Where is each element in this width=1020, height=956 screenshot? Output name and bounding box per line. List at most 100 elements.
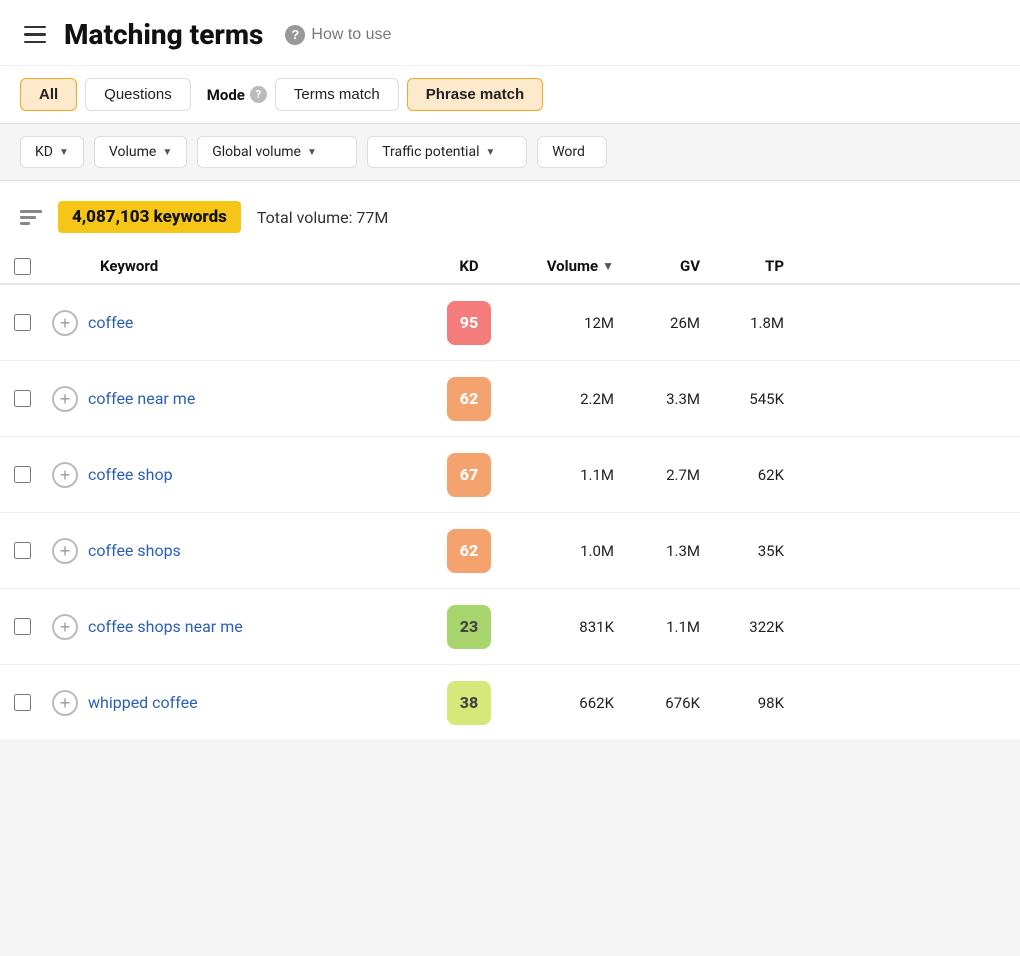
row-volume: 831K	[514, 618, 624, 636]
row-checkbox[interactable]	[14, 314, 31, 331]
word-filter-label: Word	[552, 144, 585, 160]
th-gv: GV	[624, 257, 714, 275]
kd-badge: 67	[447, 453, 491, 497]
add-keyword-button[interactable]: +	[52, 310, 78, 336]
row-volume: 662K	[514, 694, 624, 712]
row-gv: 676K	[624, 694, 714, 712]
help-icon: ?	[285, 25, 305, 45]
row-keyword-cell: + coffee near me	[44, 386, 424, 412]
help-button[interactable]: ? How to use	[277, 21, 399, 49]
kd-filter[interactable]: KD ▼	[20, 136, 84, 168]
th-tp: TP	[714, 257, 804, 275]
row-checkbox[interactable]	[14, 466, 31, 483]
filter-row: All Questions Mode ? Terms match Phrase …	[0, 65, 1020, 123]
traffic-potential-filter-label: Traffic potential	[382, 144, 479, 160]
tab-all[interactable]: All	[20, 78, 77, 111]
row-checkbox-cell[interactable]	[0, 542, 44, 559]
select-all-checkbox[interactable]	[14, 258, 31, 275]
volume-dropdown-arrow: ▼	[162, 147, 172, 158]
global-volume-filter-label: Global volume	[212, 144, 301, 160]
row-volume: 2.2M	[514, 390, 624, 408]
row-gv: 2.7M	[624, 466, 714, 484]
row-kd-cell: 38	[424, 681, 514, 725]
row-tp: 545K	[714, 390, 804, 408]
kd-badge: 38	[447, 681, 491, 725]
global-volume-filter[interactable]: Global volume ▼	[197, 136, 357, 168]
kd-badge: 23	[447, 605, 491, 649]
th-kd: KD	[424, 257, 514, 275]
sort-icon[interactable]	[20, 210, 42, 225]
page-title: Matching terms	[64, 18, 263, 51]
column-filters: KD ▼ Volume ▼ Global volume ▼ Traffic po…	[0, 123, 1020, 181]
row-checkbox[interactable]	[14, 694, 31, 711]
row-tp: 322K	[714, 618, 804, 636]
row-gv: 1.3M	[624, 542, 714, 560]
traffic-potential-filter[interactable]: Traffic potential ▼	[367, 136, 527, 168]
row-checkbox[interactable]	[14, 618, 31, 635]
row-volume: 12M	[514, 314, 624, 332]
table-row: + coffee 95 12M 26M 1.8M	[0, 285, 1020, 361]
volume-filter-label: Volume	[109, 144, 156, 160]
keyword-link[interactable]: coffee shops	[88, 541, 181, 560]
row-volume: 1.0M	[514, 542, 624, 560]
header-checkbox-cell[interactable]	[0, 258, 44, 275]
add-keyword-button[interactable]: +	[52, 386, 78, 412]
keyword-link[interactable]: coffee near me	[88, 389, 195, 408]
row-kd-cell: 62	[424, 529, 514, 573]
row-checkbox-cell[interactable]	[0, 466, 44, 483]
row-checkbox-cell[interactable]	[0, 694, 44, 711]
global-volume-dropdown-arrow: ▼	[307, 147, 317, 158]
row-keyword-cell: + coffee shop	[44, 462, 424, 488]
row-volume: 1.1M	[514, 466, 624, 484]
row-kd-cell: 95	[424, 301, 514, 345]
hamburger-menu[interactable]	[20, 22, 50, 48]
row-keyword-cell: + coffee shops	[44, 538, 424, 564]
help-label: How to use	[311, 26, 391, 44]
add-keyword-button[interactable]: +	[52, 614, 78, 640]
tab-terms-match[interactable]: Terms match	[275, 78, 399, 111]
th-volume[interactable]: Volume ▼	[514, 257, 624, 275]
total-volume-text: Total volume: 77M	[257, 208, 388, 227]
add-keyword-button[interactable]: +	[52, 690, 78, 716]
kd-badge: 95	[447, 301, 491, 345]
traffic-potential-dropdown-arrow: ▼	[485, 147, 495, 158]
tab-questions[interactable]: Questions	[85, 78, 191, 111]
row-gv: 1.1M	[624, 618, 714, 636]
kd-badge: 62	[447, 529, 491, 573]
row-tp: 35K	[714, 542, 804, 560]
row-keyword-cell: + whipped coffee	[44, 690, 424, 716]
row-checkbox-cell[interactable]	[0, 314, 44, 331]
volume-filter[interactable]: Volume ▼	[94, 136, 187, 168]
table-header: Keyword KD Volume ▼ GV TP	[0, 249, 1020, 285]
row-checkbox-cell[interactable]	[0, 618, 44, 635]
row-kd-cell: 67	[424, 453, 514, 497]
volume-sort-arrow: ▼	[602, 259, 614, 273]
table-body: + coffee 95 12M 26M 1.8M + coffee near m…	[0, 285, 1020, 741]
keyword-link[interactable]: coffee	[88, 313, 133, 332]
tab-phrase-match[interactable]: Phrase match	[407, 78, 543, 111]
table-row: + whipped coffee 38 662K 676K 98K	[0, 665, 1020, 741]
th-keyword: Keyword	[44, 257, 424, 275]
row-gv: 26M	[624, 314, 714, 332]
row-checkbox-cell[interactable]	[0, 390, 44, 407]
table-row: + coffee shops near me 23 831K 1.1M 322K	[0, 589, 1020, 665]
keywords-table: Keyword KD Volume ▼ GV TP + coffee 95 12…	[0, 249, 1020, 741]
row-tp: 1.8M	[714, 314, 804, 332]
add-keyword-button[interactable]: +	[52, 462, 78, 488]
keywords-count-badge: 4,087,103 keywords	[58, 201, 241, 233]
mode-help-icon: ?	[250, 86, 267, 103]
keyword-link[interactable]: coffee shops near me	[88, 617, 243, 636]
keyword-link[interactable]: coffee shop	[88, 465, 173, 484]
table-row: + coffee shop 67 1.1M 2.7M 62K	[0, 437, 1020, 513]
kd-dropdown-arrow: ▼	[59, 147, 69, 158]
summary-bar: 4,087,103 keywords Total volume: 77M	[0, 181, 1020, 249]
row-keyword-cell: + coffee	[44, 310, 424, 336]
row-checkbox[interactable]	[14, 390, 31, 407]
row-checkbox[interactable]	[14, 542, 31, 559]
word-filter[interactable]: Word	[537, 136, 607, 168]
kd-filter-label: KD	[35, 144, 53, 160]
mode-label: Mode ?	[207, 86, 267, 104]
add-keyword-button[interactable]: +	[52, 538, 78, 564]
row-tp: 98K	[714, 694, 804, 712]
keyword-link[interactable]: whipped coffee	[88, 693, 198, 712]
